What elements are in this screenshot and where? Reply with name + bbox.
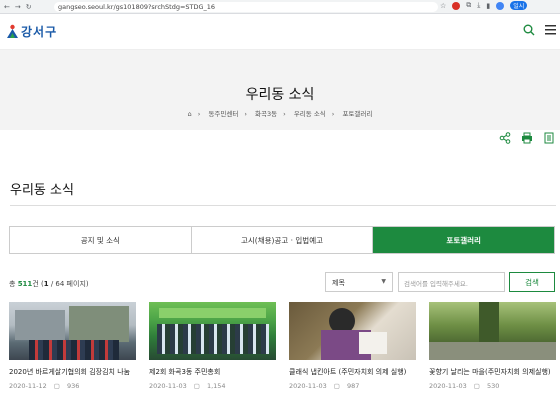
card-views: 936 — [66, 382, 80, 390]
card-meta: 2020-11-03 ▢ 1,154 — [149, 382, 276, 390]
page-hero: 우리동 소식 ⌂ › 동주민센터 › 화곡3동 › 우리동 소식 › 포토갤러리 — [0, 50, 560, 130]
browser-toolbar: ← → ↻ gangseo.seoul.kr/gs101809?srchStdg… — [0, 0, 560, 14]
page-info: / 64 페이지) — [50, 280, 89, 288]
card-date: 2020-11-03 — [149, 382, 187, 390]
home-icon[interactable]: ⌂ — [188, 110, 192, 118]
reload-icon[interactable]: ↻ — [26, 3, 32, 11]
card-meta: 2020-11-03 ▢ 530 — [429, 382, 556, 390]
site-logo[interactable]: 강서구 — [6, 23, 57, 40]
card-title: 꽃향기 날리는 마을(주민자치회 의제실행) — [429, 368, 551, 376]
card-thumbnail[interactable] — [429, 302, 556, 360]
extensions-icon[interactable]: ⧉ — [466, 1, 471, 10]
card-thumbnail[interactable] — [289, 302, 416, 360]
bookmark-star-icon[interactable]: ☆ — [440, 2, 446, 10]
search-input[interactable]: 검색어를 입력해주세요. — [398, 272, 505, 292]
current-page: 1 — [43, 280, 49, 288]
card-views: 530 — [486, 382, 500, 390]
breadcrumb: ⌂ › 동주민센터 › 화곡3동 › 우리동 소식 › 포토갤러리 — [187, 110, 373, 118]
breadcrumb-item[interactable]: 포토갤러리 — [342, 110, 372, 118]
breadcrumb-item[interactable]: 화곡3동 — [255, 110, 277, 118]
profile-avatar[interactable] — [496, 1, 505, 10]
card-views: 987 — [346, 382, 360, 390]
gallery-card[interactable]: 클래식 냅킨아트 (주민자치회 의제 실행) 2020-11-03 ▢ 987 — [289, 302, 416, 390]
header-actions — [523, 24, 556, 36]
gallery-card[interactable]: 꽃향기 날리는 마을(주민자치회 의제실행) 2020-11-03 ▢ 530 — [429, 302, 556, 390]
result-count: 총 511건 (1 / 64 페이지) — [9, 279, 89, 289]
count-total: 511 — [17, 280, 33, 288]
card-meta: 2020-11-12 ▢ 936 — [9, 382, 136, 390]
card-date: 2020-11-12 — [9, 382, 47, 390]
page-title: 우리동 소식 — [245, 87, 315, 103]
address-bar[interactable]: gangseo.seoul.kr/gs101809?srchStdg=STDG_… — [54, 2, 438, 12]
site-header: 강서구 — [0, 14, 560, 50]
search-placeholder: 검색어를 입력해주세요. — [404, 280, 468, 288]
card-thumbnail[interactable] — [149, 302, 276, 360]
chevron-down-icon: ▼ — [381, 278, 386, 285]
card-meta: 2020-11-03 ▢ 987 — [289, 382, 416, 390]
card-date: 2020-11-03 — [429, 382, 467, 390]
share-icon[interactable] — [498, 131, 512, 145]
tab-photo-gallery[interactable]: 포토갤러리 — [373, 227, 555, 253]
gallery-card[interactable]: 제2회 화곡3동 주민총회 2020-11-03 ▢ 1,154 — [149, 302, 276, 390]
card-views: 1,154 — [206, 382, 226, 390]
search-button[interactable]: 검색 — [509, 272, 555, 292]
views-icon: ▢ — [193, 382, 200, 390]
search-field-select[interactable]: 제목 ▼ — [325, 272, 393, 292]
back-icon[interactable]: ← — [4, 3, 10, 11]
section-title: 우리동 소식 — [10, 183, 74, 198]
views-icon: ▢ — [473, 382, 480, 390]
card-title: 클래식 냅킨아트 (주민자치회 의제 실행) — [289, 368, 407, 376]
card-title: 제2회 화곡3동 주민총회 — [149, 368, 221, 376]
download-icon[interactable]: ⤓ — [477, 1, 480, 10]
board-tabs: 공지 및 소식 고시(채용)공고 · 입법예고 포토갤러리 — [9, 226, 555, 254]
section-divider — [10, 205, 556, 206]
breadcrumb-item[interactable]: 동주민센터 — [208, 110, 238, 118]
search-icon[interactable] — [523, 24, 535, 36]
select-value: 제목 — [332, 279, 345, 287]
count-prefix: 총 — [9, 280, 16, 288]
breadcrumb-item[interactable]: 우리동 소식 — [294, 110, 326, 118]
tab-notice[interactable]: 공지 및 소식 — [10, 227, 192, 253]
sidepanel-icon[interactable]: ▮ — [486, 2, 490, 10]
tab-announcement[interactable]: 고시(채용)공고 · 입법예고 — [192, 227, 374, 253]
url-text: gangseo.seoul.kr/gs101809?srchStdg=STDG_… — [58, 3, 216, 11]
views-icon: ▢ — [53, 382, 60, 390]
browser-nav: ← → ↻ — [0, 3, 52, 11]
card-thumbnail[interactable] — [9, 302, 136, 360]
menu-icon[interactable] — [545, 25, 556, 35]
logo-mark-icon — [7, 24, 18, 38]
forward-icon[interactable]: → — [15, 3, 21, 11]
print-icon[interactable] — [520, 131, 534, 145]
browser-tools: ☆ ⧉ ⤓ ▮ 일시 — [440, 1, 528, 10]
logo-text: 강서구 — [21, 25, 58, 39]
document-icon[interactable] — [542, 131, 556, 145]
gallery-card[interactable]: 2020년 바르게살기협의회 김장김치 나눔 2020-11-12 ▢ 936 — [9, 302, 136, 390]
count-suffix: 건 — [32, 280, 39, 288]
card-title: 2020년 바르게살기협의회 김장김치 나눔 — [9, 368, 131, 376]
profile-button[interactable]: 일시 — [510, 1, 528, 10]
extension-icon[interactable] — [452, 1, 461, 10]
card-date: 2020-11-03 — [289, 382, 327, 390]
views-icon: ▢ — [333, 382, 340, 390]
page-utility-buttons — [498, 131, 560, 145]
